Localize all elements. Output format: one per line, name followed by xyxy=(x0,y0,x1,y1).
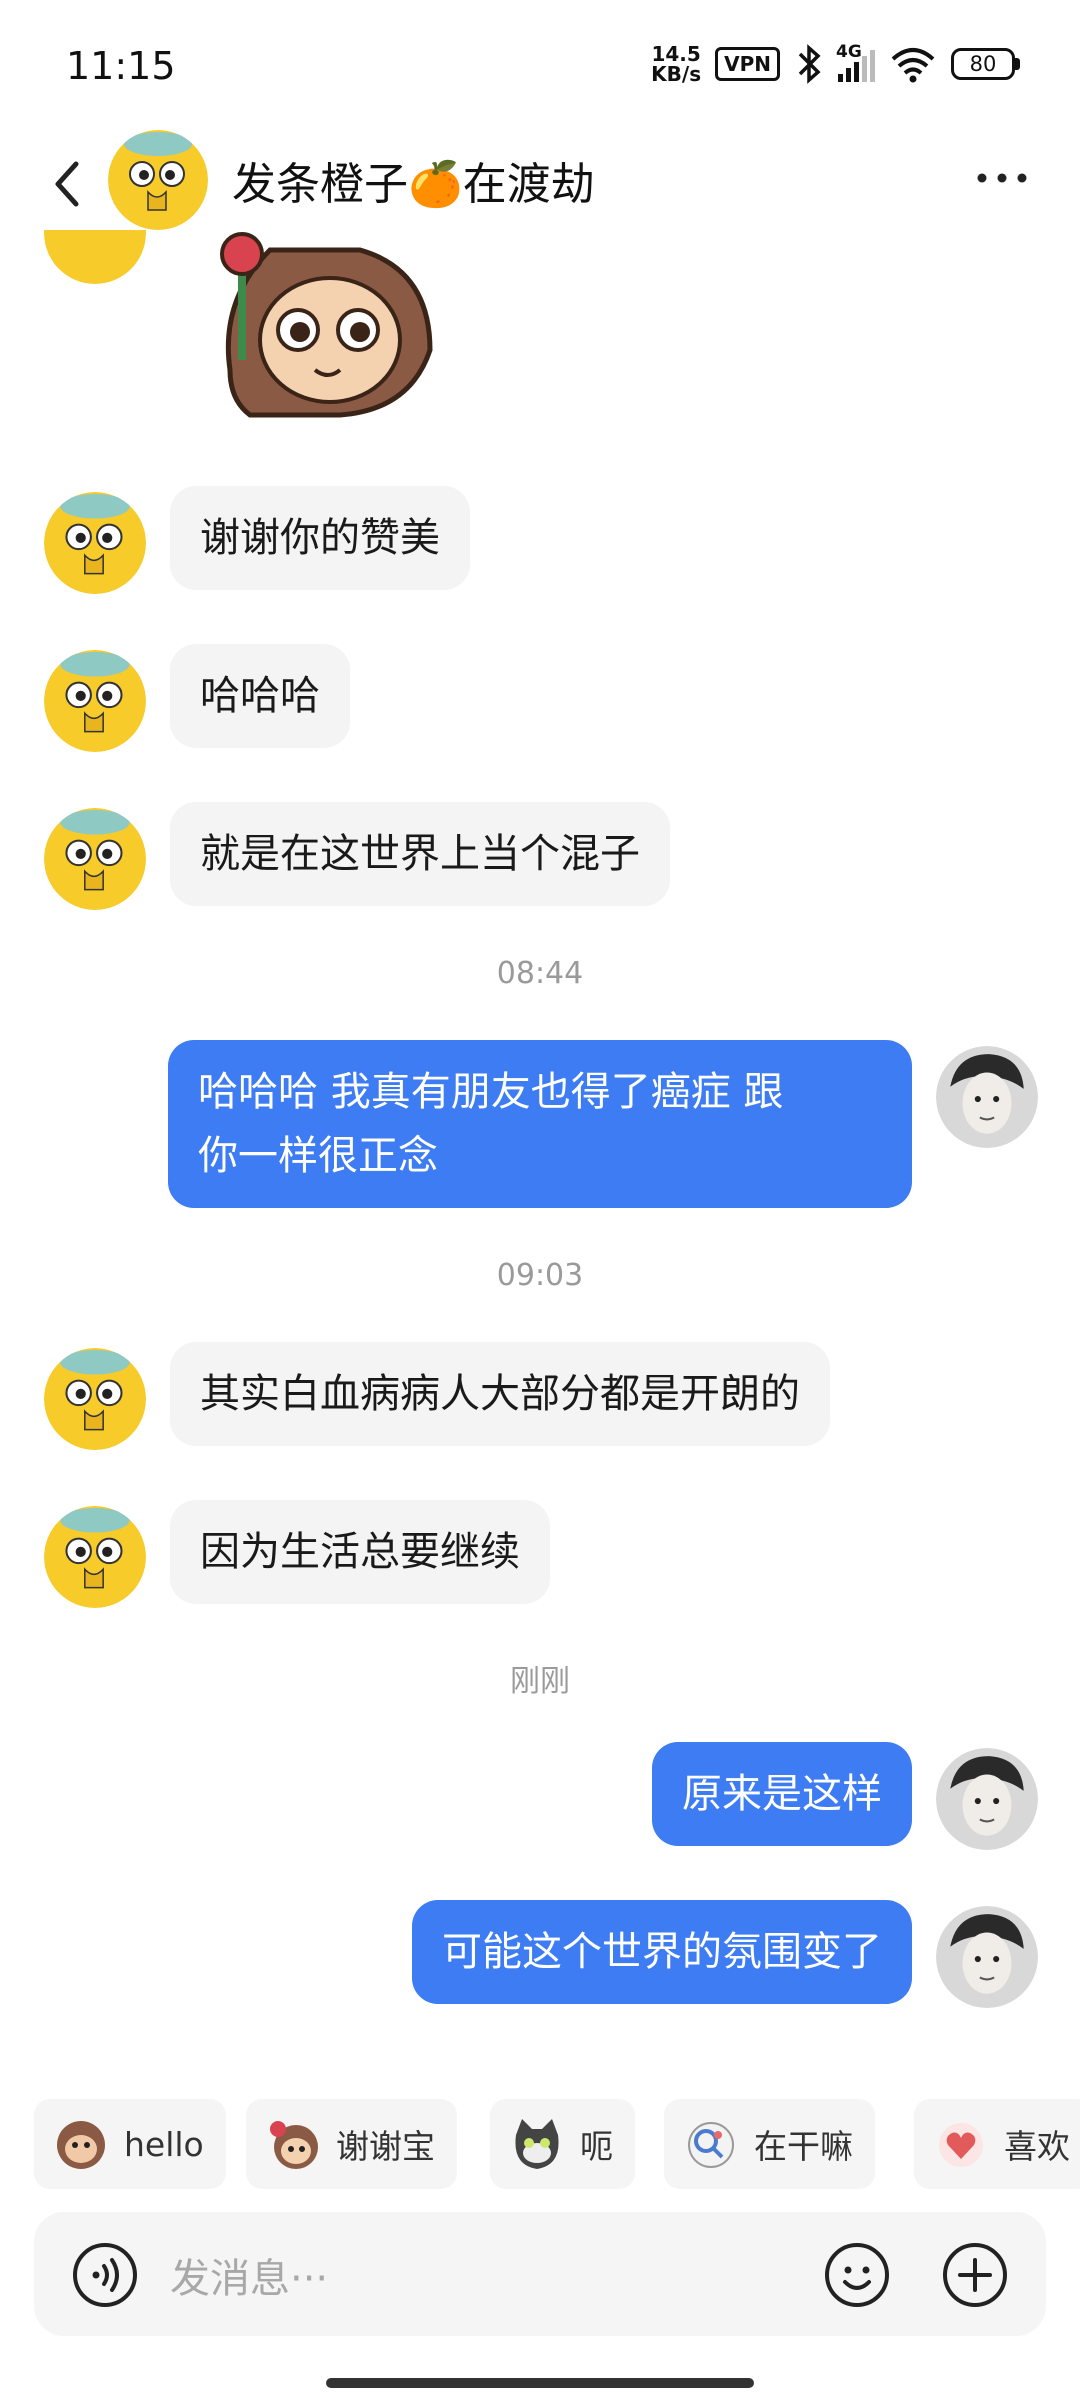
message-timestamp: 09:03 xyxy=(496,1258,584,1293)
sticker-image[interactable] xyxy=(190,230,450,420)
message-timestamp: 08:44 xyxy=(496,956,584,991)
quick-reply-label: 呃 xyxy=(580,2127,613,2166)
network-speed: 14.5 KB/s xyxy=(651,44,701,84)
quick-reply-label: 在干嘛 xyxy=(754,2127,853,2166)
network-speed-value: 14.5 xyxy=(651,42,701,66)
network-speed-unit: KB/s xyxy=(651,62,702,86)
battery-level: 80 xyxy=(951,48,1015,80)
bluetooth-icon xyxy=(798,44,821,84)
wifi-icon xyxy=(891,48,935,83)
heart-emoji-icon xyxy=(939,2123,983,2167)
user-message-avatar[interactable] xyxy=(936,1906,1038,2008)
message-timestamp: 刚刚 xyxy=(510,1664,570,1699)
incoming-message[interactable]: 哈哈哈 xyxy=(170,644,350,748)
contact-message-avatar[interactable] xyxy=(44,230,146,284)
girl-flower-emoji-icon xyxy=(270,2121,318,2169)
message-input-bar: 发消息··· xyxy=(34,2212,1046,2336)
chat-header: 发条橙子🍊在渡劫 xyxy=(0,130,1080,240)
incoming-message[interactable]: 其实白血病病人大部分都是开朗的 xyxy=(170,1342,830,1446)
contact-message-avatar[interactable] xyxy=(44,1506,146,1608)
outgoing-message-line: 你一样很正念 xyxy=(198,1133,438,1179)
quick-reply-label: 喜欢 xyxy=(1004,2127,1070,2166)
incoming-message[interactable]: 谢谢你的赞美 xyxy=(170,486,470,590)
quick-reply-hello[interactable]: hello xyxy=(34,2099,226,2189)
quick-reply-bar: hello 谢谢宝 呃 在干嘛 喜欢 xyxy=(0,2090,1080,2200)
status-time: 11:15 xyxy=(66,44,176,88)
magnifier-emoji-icon xyxy=(688,2122,734,2168)
quick-reply-thanks[interactable]: 谢谢宝 xyxy=(246,2099,457,2189)
plus-icon[interactable] xyxy=(942,2242,1008,2308)
home-indicator[interactable] xyxy=(326,2378,754,2388)
more-options-icon[interactable] xyxy=(974,166,1030,190)
cat-emoji-icon xyxy=(515,2119,559,2169)
network-type-label: 4G xyxy=(836,42,862,62)
incoming-message[interactable]: 因为生活总要继续 xyxy=(170,1500,550,1604)
emoji-icon[interactable] xyxy=(824,2242,890,2308)
message-input[interactable]: 发消息··· xyxy=(170,2246,328,2304)
contact-message-avatar[interactable] xyxy=(44,1348,146,1450)
quick-reply-label: 谢谢宝 xyxy=(336,2127,435,2166)
status-icons: 14.5 KB/s VPN 4G 80 xyxy=(651,42,1020,84)
incoming-message[interactable]: 就是在这世界上当个混子 xyxy=(170,802,670,906)
outgoing-message[interactable]: 哈哈哈 我真有朋友也得了癌症 跟 你一样很正念 xyxy=(168,1040,912,1208)
contact-message-avatar[interactable] xyxy=(44,492,146,594)
cellular-signal-icon: 4G xyxy=(836,42,875,82)
monkey-emoji-icon xyxy=(57,2121,105,2169)
quick-reply-like[interactable]: 喜欢 xyxy=(914,2099,1080,2189)
vpn-icon: VPN xyxy=(715,47,780,81)
voice-input-icon[interactable] xyxy=(72,2242,138,2308)
outgoing-message[interactable]: 原来是这样 xyxy=(652,1742,912,1846)
outgoing-message[interactable]: 可能这个世界的氛围变了 xyxy=(412,1900,912,2004)
contact-message-avatar[interactable] xyxy=(44,650,146,752)
contact-message-avatar[interactable] xyxy=(44,808,146,910)
contact-avatar[interactable] xyxy=(108,130,208,230)
quick-reply-whatsup[interactable]: 在干嘛 xyxy=(664,2099,875,2189)
back-icon[interactable] xyxy=(48,154,88,214)
battery-icon: 80 xyxy=(951,48,1020,80)
quick-reply-uh[interactable]: 呃 xyxy=(490,2099,635,2189)
user-message-avatar[interactable] xyxy=(936,1046,1038,1148)
outgoing-message-line: 哈哈哈 我真有朋友也得了癌症 跟 xyxy=(198,1069,784,1115)
user-message-avatar[interactable] xyxy=(936,1748,1038,1850)
message-list[interactable]: 谢谢你的赞美 哈哈哈 就是在这世界上当个混子 08:44 哈哈哈 我真有朋友也得… xyxy=(0,230,1080,2030)
quick-reply-label: hello xyxy=(124,2124,204,2164)
chat-title: 发条橙子🍊在渡劫 xyxy=(232,159,595,210)
status-bar: 11:15 14.5 KB/s VPN 4G 80 xyxy=(0,0,1080,130)
